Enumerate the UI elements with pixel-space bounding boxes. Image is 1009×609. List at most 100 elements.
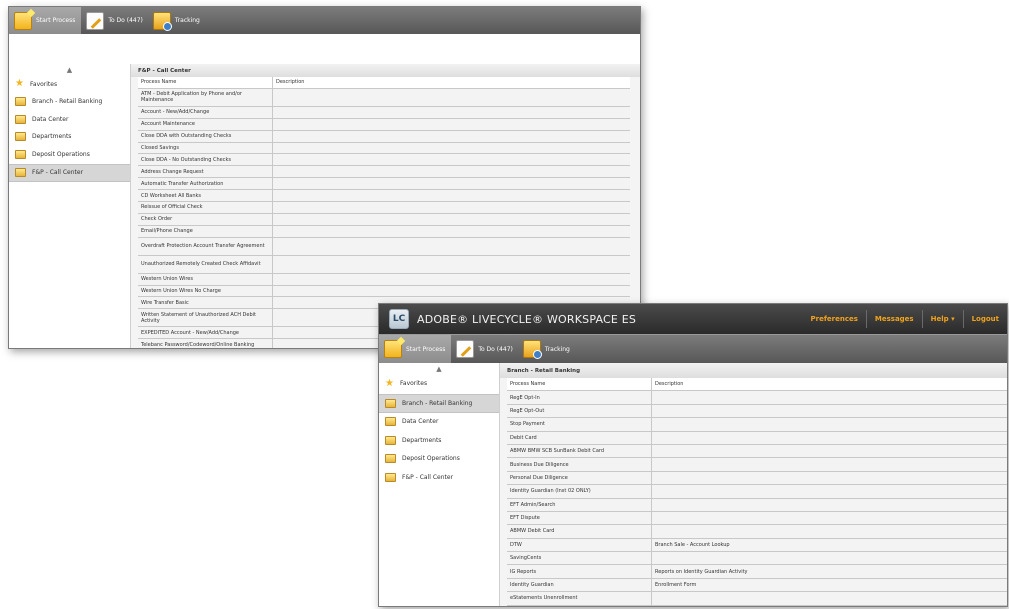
tracking-button[interactable]: Tracking [518,335,575,363]
folder-icon [385,435,396,445]
process-name-cell: Overdraft Protection Account Transfer Ag… [138,237,273,255]
scroll-up-arrow-icon[interactable]: ▲ [379,363,499,375]
table-row[interactable]: Stop Payment [507,418,1007,432]
panel-title: F&P - Call Center [131,64,640,77]
sidebar-item-f-p-call-center[interactable]: F&P - Call Center [9,163,130,182]
table-row[interactable]: Debit Card [507,431,1007,445]
table-row[interactable]: Check Order [138,213,630,226]
table-header: Process Name Description [138,77,630,89]
description-cell [652,499,1007,511]
table-row[interactable]: Automatic Transfer Authorization [138,178,630,191]
table-row[interactable]: RegE Opt-Out [507,404,1007,419]
description-cell [273,274,630,285]
table-row[interactable]: Address Change Request [138,166,630,179]
description-cell [652,552,1007,564]
table-row[interactable]: Identity Guardian (Inst 02 ONLY) [507,485,1007,499]
tracking-label: Tracking [544,345,570,353]
table-row[interactable]: IG Reports Reports on Identity Guardian A… [507,565,1007,579]
description-cell [273,166,630,177]
process-name-cell: eStatements Unenrollment [507,592,652,605]
table-row[interactable]: Account - New/Add/Change [138,106,630,119]
sidebar-item-deposit-operations[interactable]: Deposit Operations [9,146,130,164]
description-cell [273,190,630,201]
to-do-icon [86,11,105,30]
table-row[interactable]: Personal Due Diligence [507,471,1007,486]
folder-icon [15,97,26,107]
to-do-button[interactable]: To Do (447) [451,335,518,363]
table-row[interactable]: Unauthorized Remotely Created Check Affi… [138,255,630,274]
process-name-cell: Wire Transfer Basic [138,297,273,309]
logout-link[interactable]: Logout [962,310,1007,328]
description-cell [273,178,630,189]
app-header: LC ADOBE® LIVECYCLE® WORKSPACE ES Prefer… [379,304,1007,334]
table-row[interactable]: Close DDA - No Outstanding Checks [138,154,630,167]
description-cell [273,226,630,237]
table-row[interactable]: Reissue of Official Check [138,202,630,214]
table-row[interactable]: CD Worksheet All Banks [138,190,630,203]
description-cell [273,238,630,255]
sidebar-item-data-center[interactable]: Data Center [9,111,130,129]
folder-icon [385,472,396,482]
tracking-icon [152,11,172,31]
description-cell [273,143,630,154]
table-row[interactable]: DTW Branch Sale - Account Lookup [507,538,1007,553]
to-do-label: To Do (447) [108,17,143,24]
column-header-description[interactable]: Description [652,378,1007,390]
description-cell [273,286,630,297]
folder-icon [15,168,26,178]
table-row[interactable]: Identity Guardian Enrollment Form [507,578,1007,593]
table-row[interactable]: ABMW Debit Card [507,525,1007,539]
content-area: ▲ ★ Favorites Branch - Retail Banking Data … [379,363,1007,606]
table-row[interactable]: Closed Savings [138,142,630,155]
preferences-link[interactable]: Preferences [803,310,866,328]
start-process-button[interactable]: Start Process [9,7,82,34]
to-do-button[interactable]: To Do (447) [81,7,148,34]
table-row[interactable]: eStatements Unenrollment [507,592,1007,606]
sidebar-item-label: Favorites [400,380,428,388]
table-row[interactable]: EFT Admin/Search [507,498,1007,512]
process-name-cell: Debit Card [507,431,652,444]
scroll-up-arrow-icon[interactable]: ▲ [9,64,130,76]
table-row[interactable]: Business Due Diligence [507,458,1007,472]
sidebar-item-favorites[interactable]: ★ Favorites [9,76,130,94]
sidebar-item-deposit-operations[interactable]: Deposit Operations [379,450,499,469]
process-name-cell: Address Change Request [138,166,273,178]
description-cell [652,512,1007,524]
column-header-process-name[interactable]: Process Name [507,378,652,391]
start-process-label: Start Process [36,17,76,24]
process-name-cell: EFT Dispute [507,511,652,525]
table-row[interactable]: Account Maintenance [138,118,630,131]
sidebar-item-label: Data Center [402,418,439,426]
sidebar-item-favorites[interactable]: ★ Favorites [379,375,499,394]
sidebar-item-branch-retail-banking[interactable]: Branch - Retail Banking [9,94,130,111]
table-row[interactable]: Email/Phone Change [138,225,630,238]
sidebar-item-label: Data Center [32,115,69,123]
sidebar-item-departments[interactable]: Departments [9,129,130,146]
column-header-description[interactable]: Description [273,77,630,88]
table-row[interactable]: Western Union Wires No Charge [138,285,630,298]
start-process-button[interactable]: Start Process [379,335,452,363]
process-name-cell: Automatic Transfer Authorization [138,178,273,190]
table-row[interactable]: EFT Dispute [507,511,1007,526]
sidebar-item-branch-retail-banking[interactable]: Branch - Retail Banking [379,393,499,413]
sidebar-item-data-center[interactable]: Data Center [379,413,499,432]
table-row[interactable]: Overdraft Protection Account Transfer Ag… [138,237,630,256]
table-row[interactable]: RegE Opt-In [507,391,1007,405]
table-row[interactable]: Western Union Wires [138,273,630,286]
process-name-cell: Stop Payment [507,418,652,431]
messages-link[interactable]: Messages [865,310,922,328]
description-cell [652,458,1007,470]
sidebar-item-label: Deposit Operations [402,455,460,463]
star-icon: ★ [385,377,394,389]
sidebar-item-f-p-call-center[interactable]: F&P - Call Center [379,469,499,487]
description-cell [652,418,1007,430]
table-row[interactable]: ATM - Debit Application by Phone and/or … [138,88,630,107]
process-name-cell: EXPEDITED Account - New/Add/Change [138,327,273,339]
table-row[interactable]: Close DDA with Outstanding Checks [138,130,630,143]
table-row[interactable]: ABMW BMW SCB SunBank Debit Card [507,444,1007,459]
column-header-process-name[interactable]: Process Name [138,77,273,88]
sidebar-item-departments[interactable]: Departments [379,432,499,450]
help-menu[interactable]: Help ▾ [921,310,963,328]
tracking-button[interactable]: Tracking [148,7,205,34]
table-row[interactable]: SavingCents [507,552,1007,566]
